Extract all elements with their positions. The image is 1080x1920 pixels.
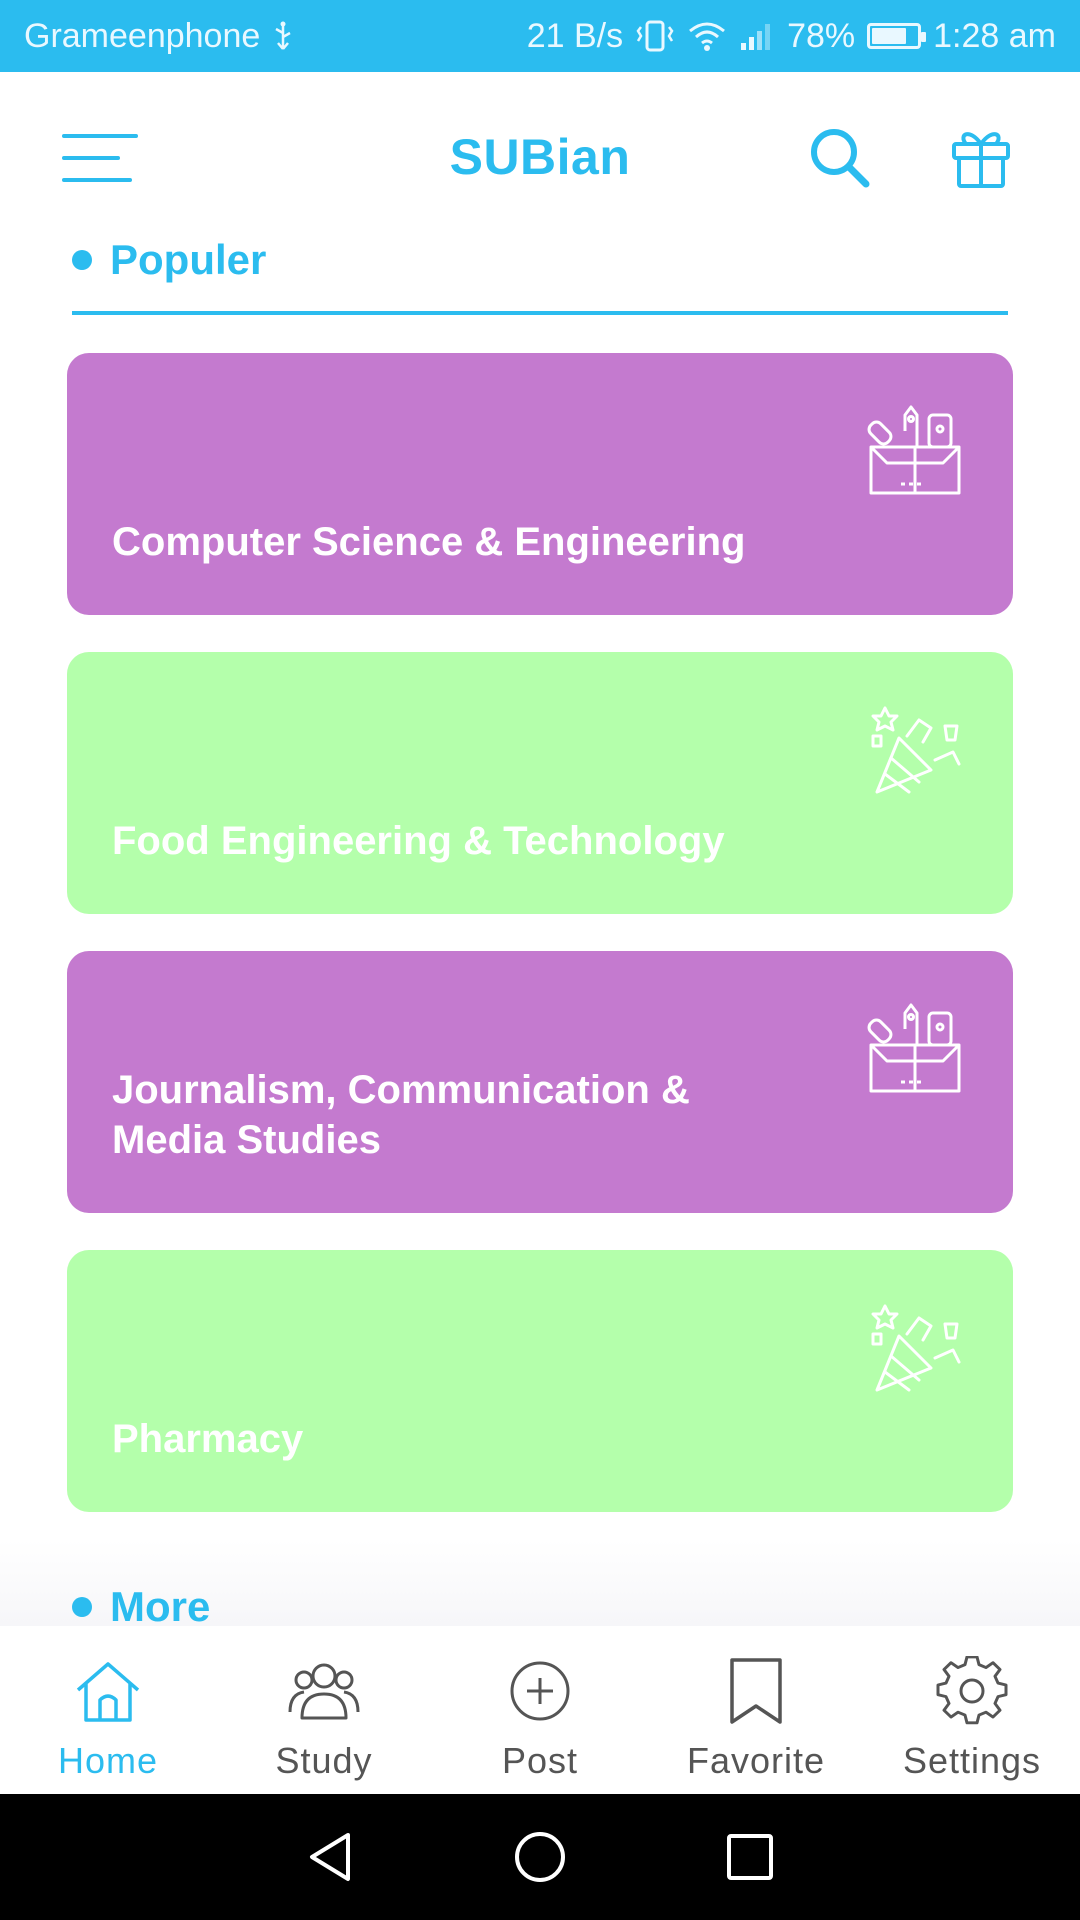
gear-icon <box>936 1656 1008 1725</box>
gift-icon[interactable] <box>950 124 1012 190</box>
nav-item-post[interactable]: Post <box>432 1626 648 1794</box>
usb-icon <box>272 21 294 51</box>
battery-percent: 78% <box>787 16 856 55</box>
section-divider <box>72 311 1008 315</box>
nav-item-home[interactable]: Home <box>0 1626 216 1794</box>
home-circle-icon[interactable] <box>510 1827 570 1887</box>
section-title-more: More <box>110 1583 211 1630</box>
nav-label-study: Study <box>275 1740 373 1781</box>
status-left: Grameenphone <box>24 17 294 56</box>
toolbox-icon <box>865 401 965 501</box>
signal-icon <box>739 21 775 51</box>
wifi-icon <box>687 19 727 53</box>
bullet-dot <box>72 250 92 270</box>
clock: 1:28 am <box>933 16 1056 55</box>
group-icon <box>288 1663 360 1720</box>
party-popper-icon <box>865 1298 965 1398</box>
nav-label-post: Post <box>501 1740 579 1781</box>
app-title: SUBian <box>449 129 631 185</box>
toolbox-icon <box>865 999 965 1099</box>
nav-label-settings: Settings <box>902 1740 1042 1781</box>
carrier-name: Grameenphone <box>24 16 261 55</box>
add-circle-icon <box>510 1661 570 1721</box>
battery-icon <box>867 23 927 49</box>
department-card-cse[interactable]: Computer Science & Engineering <box>67 353 1013 615</box>
status-right: 21 B/s 78% 1:28 am <box>527 17 1056 56</box>
nav-item-study[interactable]: Study <box>216 1626 432 1794</box>
department-card-jcms[interactable]: Journalism, Communication & Media Studie… <box>67 951 1013 1213</box>
department-card-pharmacy[interactable]: Pharmacy <box>67 1250 1013 1512</box>
department-card-fet[interactable]: Food Engineering & Technology <box>67 652 1013 914</box>
status-bar: Grameenphone 21 B/s 78% 1:28 am <box>0 0 1080 72</box>
nav-item-settings[interactable]: Settings <box>864 1626 1080 1794</box>
home-icon <box>76 1662 140 1722</box>
app-header: SUBian <box>0 72 1080 242</box>
department-card-label: Journalism, Communication & Media Studie… <box>112 1068 690 1162</box>
recents-icon[interactable] <box>720 1827 780 1887</box>
department-card-label: Pharmacy <box>112 1417 304 1461</box>
department-card-label: Food Engineering & Technology <box>112 819 725 863</box>
nav-label-home: Home <box>57 1740 159 1781</box>
bookmark-icon <box>730 1658 782 1724</box>
net-speed: 21 B/s <box>526 16 624 55</box>
search-icon[interactable] <box>808 126 872 190</box>
back-icon[interactable] <box>300 1827 360 1887</box>
section-more: More <box>72 1583 210 1631</box>
bullet-dot <box>72 1597 92 1617</box>
vibrate-icon <box>635 19 675 53</box>
section-title-popular: Populer <box>110 236 267 283</box>
nav-item-favorite[interactable]: Favorite <box>648 1626 864 1794</box>
section-popular: Populer <box>72 236 266 284</box>
party-popper-icon <box>865 700 965 800</box>
system-navigation-bar <box>0 1794 1080 1920</box>
department-card-label: Computer Science & Engineering <box>112 520 746 564</box>
nav-label-favorite: Favorite <box>686 1740 826 1781</box>
bottom-navigation: Home Study Post Favorite Settings <box>0 1626 1080 1794</box>
